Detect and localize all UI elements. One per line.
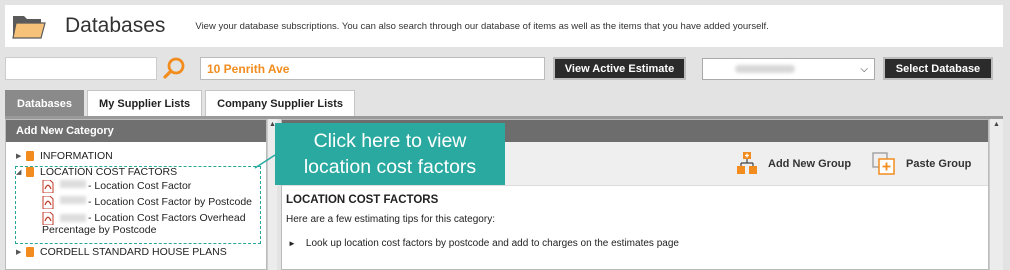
bullet-arrow-icon: ► bbox=[288, 239, 296, 248]
tab-my-supplier-lists[interactable]: My Supplier Lists bbox=[87, 90, 203, 116]
tip-item: ► Look up location cost factors by postc… bbox=[286, 238, 984, 249]
paste-group-icon bbox=[872, 152, 895, 175]
search-icon[interactable] bbox=[162, 56, 186, 80]
database-select-value bbox=[735, 65, 795, 73]
scroll-up-icon[interactable]: ▲ bbox=[990, 121, 1003, 128]
page-header: Databases View your database subscriptio… bbox=[5, 5, 1003, 47]
active-estimate-address[interactable]: 10 Penrith Ave bbox=[200, 57, 545, 80]
callout-line-2: location cost factors bbox=[303, 156, 477, 178]
right-scrollbar[interactable]: ▲ bbox=[989, 119, 1003, 270]
database-select[interactable]: ⌵ bbox=[702, 58, 875, 80]
select-database-button[interactable]: Select Database bbox=[883, 57, 993, 80]
callout-line-1: Click here to view bbox=[313, 130, 467, 152]
view-active-estimate-button[interactable]: View Active Estimate bbox=[553, 57, 686, 80]
folder-icon bbox=[12, 16, 46, 39]
chevron-down-icon: ⌵ bbox=[860, 63, 868, 75]
page-description: View your database subscriptions. You ca… bbox=[195, 20, 769, 32]
category-content: LOCATION COST FACTORS Here are a few est… bbox=[282, 186, 988, 257]
add-new-group-button[interactable]: Add New Group bbox=[736, 152, 851, 176]
page-title: Databases bbox=[65, 14, 166, 37]
category-title: LOCATION COST FACTORS bbox=[286, 194, 439, 206]
category-panel: Add New Category ▶ INFORMATION ◢ LOCATIO… bbox=[5, 119, 267, 270]
add-group-icon bbox=[737, 152, 757, 174]
tip-text: Look up location cost factors by postcod… bbox=[305, 238, 679, 249]
search-input[interactable] bbox=[5, 57, 157, 80]
paste-group-button[interactable]: Paste Group bbox=[872, 152, 971, 176]
tab-bar: Databases My Supplier Lists Company Supp… bbox=[5, 90, 358, 116]
expand-arrow-icon[interactable]: ▶ bbox=[16, 152, 26, 160]
book-icon bbox=[26, 247, 34, 257]
paste-group-label: Paste Group bbox=[906, 158, 972, 170]
add-new-group-label: Add New Group bbox=[768, 158, 852, 170]
book-icon bbox=[26, 151, 34, 161]
tab-databases[interactable]: Databases bbox=[5, 90, 85, 116]
tree-item-information[interactable]: ▶ INFORMATION bbox=[16, 148, 266, 164]
tab-company-supplier-lists[interactable]: Company Supplier Lists bbox=[205, 90, 356, 116]
tree-item-label: INFORMATION bbox=[40, 150, 113, 162]
expand-arrow-icon[interactable]: ▶ bbox=[16, 248, 26, 256]
category-tips-intro: Here are a few estimating tips for this … bbox=[286, 214, 495, 225]
tree-item-label: CORDELL STANDARD HOUSE PLANS bbox=[40, 246, 227, 258]
tree-item-cordell-standard-house-plans[interactable]: ▶ CORDELL STANDARD HOUSE PLANS bbox=[16, 244, 266, 260]
highlight-box bbox=[15, 166, 261, 244]
add-new-category-header[interactable]: Add New Category bbox=[6, 120, 266, 142]
tooltip-callout: Click here to view location cost factors bbox=[275, 123, 505, 185]
